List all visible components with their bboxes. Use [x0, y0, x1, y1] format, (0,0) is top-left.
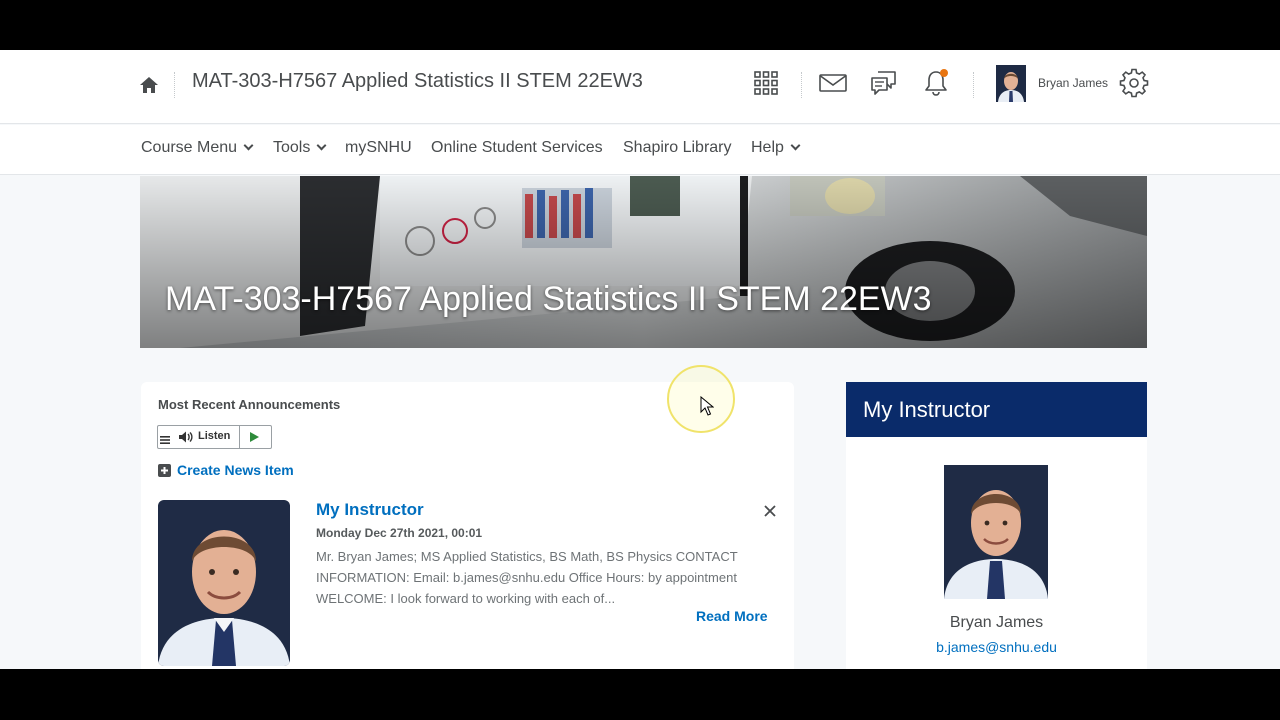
- instructor-name: Bryan James: [949, 614, 1044, 631]
- nav-tools[interactable]: Tools: [273, 139, 327, 157]
- read-more-link[interactable]: Read More: [696, 608, 768, 624]
- close-icon[interactable]: [761, 502, 779, 520]
- home-icon[interactable]: [138, 74, 160, 96]
- chevron-down-icon: [243, 140, 254, 151]
- top-header: MAT-303-H7567 Applied Statistics II STEM…: [0, 50, 1280, 124]
- nav-shapiro-library[interactable]: Shapiro Library: [623, 139, 732, 157]
- banner-title: MAT-303-H7567 Applied Statistics II STEM…: [165, 280, 932, 318]
- chevron-down-icon: [316, 140, 327, 151]
- announcement-photo: [158, 500, 290, 666]
- speaker-icon: [179, 431, 193, 443]
- announcements-heading: Most Recent Announcements: [158, 397, 341, 412]
- nav-help[interactable]: Help: [751, 139, 801, 157]
- instructor-widget: My Instructor Bryan James b.james@snhu.e…: [846, 382, 1147, 669]
- nav-online-student-services[interactable]: Online Student Services: [431, 139, 603, 157]
- apps-grid-icon[interactable]: [751, 68, 781, 98]
- chat-icon[interactable]: [869, 68, 899, 98]
- instructor-photo: [944, 465, 1048, 599]
- instructor-email-link[interactable]: b.james@snhu.edu: [846, 639, 1147, 655]
- course-navbar: Course Menu Tools mySNHU Online Student …: [0, 125, 1280, 175]
- announcement-body: Mr. Bryan James; MS Applied Statistics, …: [316, 549, 738, 606]
- menu-icon: [160, 436, 170, 444]
- user-avatar[interactable]: [996, 65, 1026, 102]
- course-title[interactable]: MAT-303-H7567 Applied Statistics II STEM…: [192, 70, 643, 93]
- banner-image: [140, 176, 1147, 348]
- listen-button-group: Listen: [157, 425, 272, 449]
- course-banner: MAT-303-H7567 Applied Statistics II STEM…: [140, 176, 1147, 348]
- mail-icon[interactable]: [818, 68, 848, 98]
- listen-label: Listen: [198, 430, 231, 442]
- listen-button[interactable]: Listen: [158, 426, 240, 448]
- nav-course-menu[interactable]: Course Menu: [141, 139, 254, 157]
- user-name[interactable]: Bryan James: [1038, 76, 1108, 90]
- announcement-title-link[interactable]: My Instructor: [316, 500, 424, 520]
- play-icon[interactable]: [248, 431, 260, 443]
- header-divider: [174, 72, 175, 98]
- instructor-heading: My Instructor: [863, 397, 991, 422]
- mouse-cursor-icon: [700, 396, 714, 416]
- browser-viewport: MAT-303-H7567 Applied Statistics II STEM…: [0, 50, 1280, 669]
- nav-mysnhu[interactable]: mySNHU: [345, 139, 412, 157]
- announcement-date: Monday Dec 27th 2021, 00:01: [316, 526, 483, 540]
- notification-badge: [940, 69, 948, 77]
- chevron-down-icon: [790, 140, 801, 151]
- gear-icon[interactable]: [1119, 68, 1149, 98]
- instructor-widget-header: My Instructor: [846, 382, 1147, 437]
- plus-icon: [158, 464, 171, 477]
- header-divider: [801, 72, 802, 98]
- header-divider: [973, 72, 974, 98]
